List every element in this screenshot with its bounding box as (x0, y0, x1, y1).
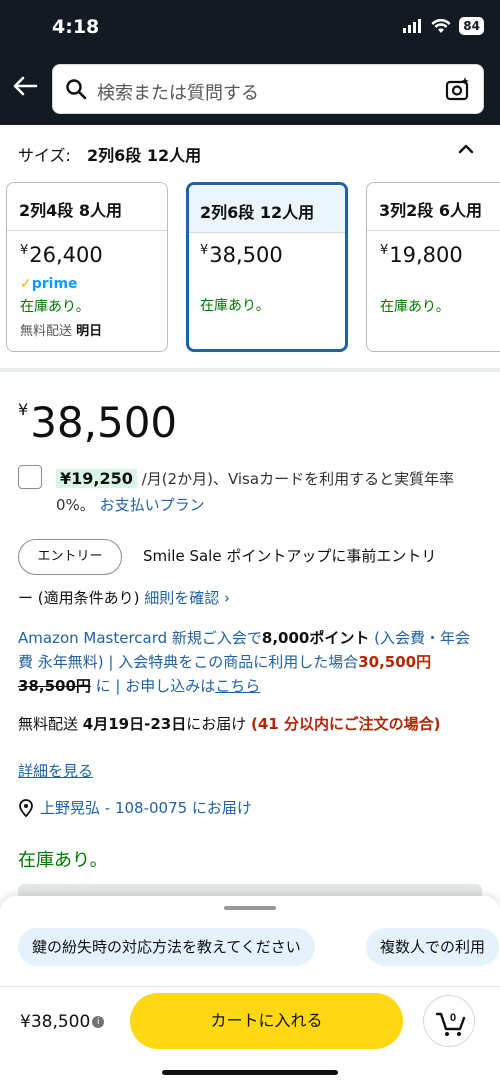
terms-link[interactable]: 細則を確認 › (144, 589, 230, 607)
bottom-price: ¥38,500 i (20, 1012, 105, 1032)
variant-name: 2列6段 12人用 (189, 185, 345, 233)
status-time: 4:18 (52, 16, 100, 38)
variant-name: 3列2段 6人用 (367, 183, 500, 231)
installment-amount: ¥19,250 (56, 469, 137, 488)
stock-status: 在庫あり。 (18, 850, 108, 871)
prime-badge: ✓prime (20, 276, 78, 292)
variant-card-selected[interactable]: 2列6段 12人用 ¥38,500 在庫あり。 (186, 182, 348, 352)
variant-price: ¥38,500 (200, 243, 283, 267)
cart-count: 0 (450, 1012, 456, 1024)
variant-name: 2列4段 8人用 (7, 183, 167, 231)
delivery-location[interactable]: 上野晃弘 - 108-0075 にお届け (18, 797, 252, 818)
delivery-info: 無料配送 4月19日-23日にお届け (41 分以内にご注文の場合) (18, 715, 441, 733)
add-to-cart-button[interactable]: カートに入れる (130, 993, 403, 1049)
variant-stock: 在庫あり。 (380, 299, 450, 315)
payment-plan-link[interactable]: お支払いプラン (100, 496, 205, 514)
size-selector-header[interactable]: サイズ: 2列6段 12人用 (0, 130, 500, 170)
back-arrow-icon[interactable] (12, 75, 38, 97)
entry-description: Smile Sale ポイントアップに事前エントリ (143, 547, 437, 565)
size-label: サイズ: (18, 146, 71, 165)
signal-icon (403, 19, 422, 33)
variant-cards: 2列4段 8人用 ¥26,400 ✓prime 在庫あり。 無料配送 明日 2列… (0, 182, 500, 354)
entry-description-cont: ー (適用条件あり) 細則を確認 › (18, 589, 231, 607)
variant-shipping: 無料配送 明日 (20, 324, 103, 339)
suggestions-sheet: 鍵の紛失時の対応方法を教えてください 複数人での利用 (0, 896, 500, 986)
cart-button[interactable]: 0 (423, 995, 475, 1047)
cart-icon: 0 (435, 1012, 466, 1036)
search-input[interactable]: 検索または質問する (97, 79, 259, 105)
wifi-icon (431, 18, 451, 33)
search-icon (66, 79, 87, 100)
variant-price: ¥19,800 (380, 243, 463, 267)
variant-card[interactable]: 3列2段 6人用 ¥19,800 在庫あり。 (366, 182, 500, 352)
variant-price: ¥26,400 (20, 243, 103, 267)
status-bar: 4:18 84 (0, 0, 500, 55)
variant-stock: 在庫あり。 (200, 298, 270, 314)
prime-check-icon: ✓ (20, 276, 32, 292)
camera-search-icon[interactable] (445, 76, 471, 102)
variant-stock: 在庫あり。 (20, 299, 90, 315)
home-indicator (162, 1070, 338, 1075)
location-pin-icon (19, 798, 33, 817)
battery-indicator: 84 (459, 17, 484, 35)
installment-info: ¥19,250 /月(2か月)、Visaカードを利用すると実質年率0%。 お支払… (56, 466, 486, 518)
mastercard-promo: Amazon Mastercard 新規ご入会で8,000ポイント (入会費・年… (18, 629, 470, 695)
size-value: 2列6段 12人用 (87, 146, 202, 165)
installment-checkbox[interactable] (18, 465, 42, 489)
chevron-up-icon[interactable] (458, 144, 474, 154)
info-icon[interactable]: i (92, 1016, 105, 1028)
variant-card[interactable]: 2列4段 8人用 ¥26,400 ✓prime 在庫あり。 無料配送 明日 (6, 182, 168, 352)
section-divider (0, 368, 500, 372)
buy-bar: ¥38,500 i カートに入れる 0 (0, 986, 500, 1080)
main-price: ¥38,500 (18, 398, 178, 447)
apply-link[interactable]: こちら (215, 677, 260, 695)
system-icons: 84 (403, 17, 484, 35)
app-header: 検索または質問する (0, 55, 500, 125)
sheet-grab-handle[interactable] (224, 906, 276, 910)
suggestion-chip[interactable]: 鍵の紛失時の対応方法を教えてください (18, 928, 315, 966)
delivery-details-link[interactable]: 詳細を見る (18, 760, 93, 781)
suggestion-chip[interactable]: 複数人での利用 (366, 928, 500, 966)
entry-button[interactable]: エントリー (18, 539, 122, 575)
search-bar[interactable]: 検索または質問する (52, 64, 484, 114)
